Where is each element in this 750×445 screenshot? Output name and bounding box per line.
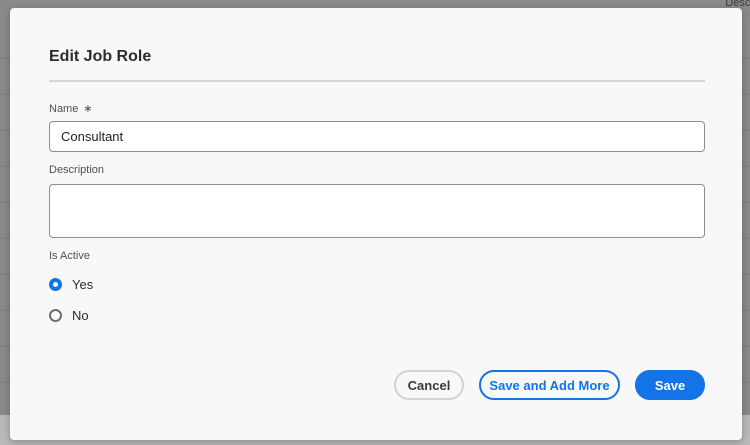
radio-unchecked-icon[interactable] (49, 309, 62, 322)
edit-job-role-dialog: Edit Job Role Name ∗ Description Is Acti… (10, 8, 742, 440)
description-input[interactable] (49, 184, 705, 238)
radio-option-no[interactable]: No (49, 308, 89, 323)
title-divider (49, 80, 705, 82)
description-label: Description (49, 164, 105, 176)
is-active-label: Is Active (49, 250, 90, 262)
dialog-title: Edit Job Role (49, 48, 152, 65)
radio-option-yes[interactable]: Yes (49, 277, 93, 292)
radio-label-yes: Yes (72, 277, 94, 292)
radio-label-no: No (72, 308, 89, 323)
save-button[interactable]: Save (635, 370, 705, 400)
radio-checked-icon[interactable] (49, 278, 62, 291)
name-label: Name ∗ (49, 102, 93, 115)
cancel-button[interactable]: Cancel (394, 370, 464, 400)
name-label-text: Name (49, 103, 79, 115)
name-input[interactable] (49, 121, 705, 152)
save-and-add-more-button[interactable]: Save and Add More (479, 370, 620, 400)
required-star-icon: ∗ (83, 103, 93, 115)
